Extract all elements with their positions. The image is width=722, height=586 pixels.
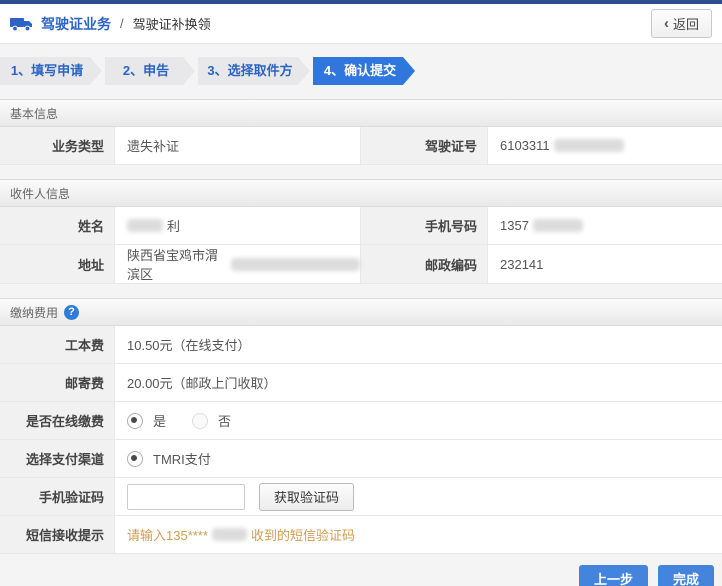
postcode-label: 邮政编码 bbox=[360, 245, 488, 283]
name-label: 姓名 bbox=[0, 207, 115, 244]
pay-online-label: 是否在线缴费 bbox=[0, 402, 115, 439]
table-row-address-postcode: 地址 陕西省宝鸡市渭滨区 邮政编码 232141 bbox=[0, 245, 722, 284]
back-button-label: 返回 bbox=[672, 17, 699, 32]
truck-icon bbox=[10, 17, 32, 31]
license-no-redacted bbox=[553, 139, 624, 152]
section-title-fees: 缴纳费用 bbox=[10, 305, 59, 320]
sms-hint-prefix: 请输入135**** bbox=[127, 528, 208, 543]
back-chevron-icon: ‹ bbox=[663, 15, 669, 32]
section-title-recipient: 收件人信息 bbox=[10, 186, 71, 201]
page: 驾驶证业务 / 驾驶证补换领 ‹ 返回 1、填写申请信息 2、申告 3、选择取件… bbox=[0, 0, 722, 586]
sms-hint-redacted bbox=[211, 528, 247, 541]
sms-hint-suffix: 收到的短信验证码 bbox=[250, 528, 355, 543]
get-code-button[interactable]: 获取验证码 bbox=[259, 482, 355, 511]
section-header-recipient-info: 收件人信息 bbox=[0, 179, 722, 207]
table-row-sms-hint: 短信接收提示 请输入135**** 收到的短信验证码 bbox=[0, 516, 722, 554]
address-visible-text: 陕西省宝鸡市渭滨区 bbox=[127, 248, 219, 282]
sms-code-label: 手机验证码 bbox=[0, 478, 115, 515]
payment-channel-options: TMRI支付 bbox=[115, 440, 722, 477]
header: 驾驶证业务 / 驾驶证补换领 ‹ 返回 bbox=[0, 4, 722, 44]
sms-hint-value: 请输入135**** 收到的短信验证码 bbox=[115, 516, 722, 553]
breadcrumb-separator: / bbox=[120, 16, 124, 31]
previous-step-button[interactable]: 上一步 bbox=[578, 565, 648, 586]
address-redacted bbox=[231, 257, 360, 271]
license-no-value: 6103311 bbox=[488, 127, 722, 164]
name-visible-suffix: 利 bbox=[167, 219, 181, 234]
address-label: 地址 bbox=[0, 245, 115, 283]
tab-step-3[interactable]: 3、选择取件方式 bbox=[198, 57, 310, 85]
help-icon[interactable]: ? bbox=[64, 304, 80, 320]
name-value: 利 bbox=[115, 207, 360, 244]
radio-pay-online-no[interactable] bbox=[192, 412, 209, 429]
table-row-sms-code: 手机验证码 获取验证码 bbox=[0, 478, 722, 516]
breadcrumb: 驾驶证业务 / 驾驶证补换领 bbox=[10, 14, 211, 34]
section-title-basic: 基本信息 bbox=[10, 106, 59, 121]
back-button[interactable]: ‹ 返回 bbox=[650, 9, 712, 38]
postcode-value: 232141 bbox=[500, 256, 544, 272]
pay-online-options: 是 否 bbox=[115, 402, 722, 439]
mailing-fee-label: 邮寄费 bbox=[0, 364, 115, 401]
radio-pay-online-yes[interactable] bbox=[127, 412, 143, 429]
radio-pay-online-yes-label[interactable]: 是 bbox=[153, 411, 166, 430]
table-row-production-fee: 工本费 10.50元（在线支付） bbox=[0, 326, 722, 364]
step-tabs: 1、填写申请信息 2、申告 3、选择取件方式 4、确认提交 bbox=[0, 57, 722, 85]
production-fee-label: 工本费 bbox=[0, 326, 115, 363]
sms-hint-label: 短信接收提示 bbox=[0, 516, 115, 553]
table-row-name-phone: 姓名 利 手机号码 1357 bbox=[0, 207, 722, 245]
finish-button[interactable]: 完成 bbox=[657, 565, 714, 586]
sms-code-input[interactable] bbox=[127, 483, 245, 510]
phone-redacted bbox=[532, 219, 583, 232]
license-no-label: 驾驶证号 bbox=[360, 127, 488, 164]
phone-value: 1357 bbox=[488, 207, 722, 244]
address-value: 陕西省宝鸡市渭滨区 bbox=[115, 245, 360, 283]
table-row-business-type: 业务类型 遗失补证 驾驶证号 6103311 bbox=[0, 127, 722, 165]
tab-step-4-active[interactable]: 4、确认提交 bbox=[313, 57, 415, 85]
section-header-fees: 缴纳费用 ? bbox=[0, 298, 722, 326]
radio-tmri-pay[interactable] bbox=[127, 450, 143, 467]
phone-label: 手机号码 bbox=[360, 207, 488, 244]
table-row-pay-online: 是否在线缴费 是 否 bbox=[0, 402, 722, 440]
radio-pay-online-no-label[interactable]: 否 bbox=[218, 411, 231, 430]
footer-actions: 上一步 完成 bbox=[0, 554, 722, 586]
mailing-fee-value: 20.00元（邮政上门收取） bbox=[127, 376, 277, 391]
table-row-payment-channel: 选择支付渠道 TMRI支付 bbox=[0, 440, 722, 478]
name-redacted bbox=[127, 219, 163, 232]
table-row-mailing-fee: 邮寄费 20.00元（邮政上门收取） bbox=[0, 364, 722, 402]
phone-visible-digits: 1357 bbox=[500, 218, 529, 233]
breadcrumb-secondary: 驾驶证补换领 bbox=[132, 17, 211, 32]
production-fee-value: 10.50元（在线支付） bbox=[127, 338, 251, 353]
business-type-label: 业务类型 bbox=[0, 127, 115, 164]
radio-tmri-pay-label[interactable]: TMRI支付 bbox=[153, 449, 211, 468]
business-type-value: 遗失补证 bbox=[127, 139, 180, 154]
license-no-visible-digits: 6103311 bbox=[500, 138, 550, 153]
breadcrumb-primary[interactable]: 驾驶证业务 bbox=[41, 14, 111, 34]
tab-step-1[interactable]: 1、填写申请信息 bbox=[0, 57, 102, 85]
sms-code-controls: 获取验证码 bbox=[115, 478, 722, 515]
tab-step-2[interactable]: 2、申告 bbox=[105, 57, 195, 85]
section-header-basic-info: 基本信息 bbox=[0, 99, 722, 127]
payment-channel-label: 选择支付渠道 bbox=[0, 440, 115, 477]
